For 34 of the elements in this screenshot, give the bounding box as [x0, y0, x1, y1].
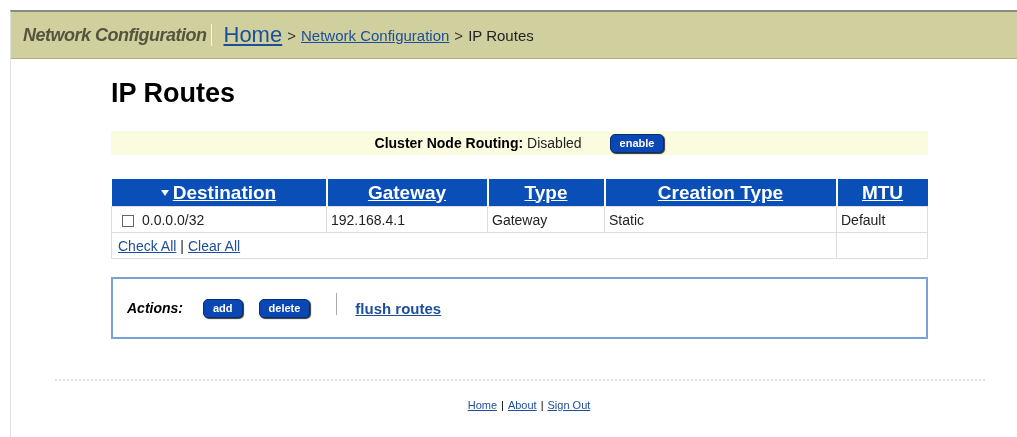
column-header[interactable]: Destination	[111, 179, 327, 207]
sort-down-icon	[160, 190, 169, 197]
footer-link[interactable]: About	[507, 399, 537, 411]
section-title: Network Configuration	[23, 24, 207, 46]
flush-routes-link[interactable]: flush routes	[355, 299, 442, 317]
breadcrumb-link[interactable]: Home	[223, 22, 283, 48]
select-link[interactable]: Clear All	[188, 237, 241, 254]
select-link[interactable]: Check All	[118, 237, 177, 254]
footer-link[interactable]: Home	[467, 399, 498, 411]
action-button[interactable]: add	[203, 298, 243, 318]
link-separator: |	[540, 399, 544, 411]
breadcrumb-link[interactable]: Network Configuration	[300, 26, 450, 44]
action-button[interactable]: delete	[258, 298, 311, 318]
status-value: Disabled	[527, 135, 582, 151]
column-header[interactable]: Creation Type	[604, 179, 837, 207]
breadcrumb-separator: >	[287, 26, 296, 44]
actions-label: Actions:	[127, 300, 183, 316]
link-separator: |	[180, 237, 184, 254]
table-cell: 0.0.0.0/32	[142, 211, 205, 228]
page-title: IP Routes	[111, 77, 237, 109]
column-header[interactable]: Type	[487, 179, 605, 207]
table-cell: Gateway	[487, 206, 605, 233]
breadcrumb-separator: >	[454, 26, 464, 44]
enable-button[interactable]: enable	[609, 133, 665, 153]
footer-link[interactable]: Sign Out	[547, 399, 591, 411]
column-header[interactable]: MTU	[836, 179, 928, 207]
status-label: Cluster Node Routing:	[374, 135, 524, 151]
table-cell: 192.168.4.1	[326, 206, 488, 233]
column-header[interactable]: Gateway	[326, 179, 488, 207]
breadcrumb-current: IP Routes	[468, 26, 534, 44]
table-cell: Default	[836, 206, 928, 233]
row-checkbox[interactable]	[122, 214, 134, 227]
link-separator: |	[501, 399, 504, 411]
table-cell: Static	[604, 206, 837, 233]
